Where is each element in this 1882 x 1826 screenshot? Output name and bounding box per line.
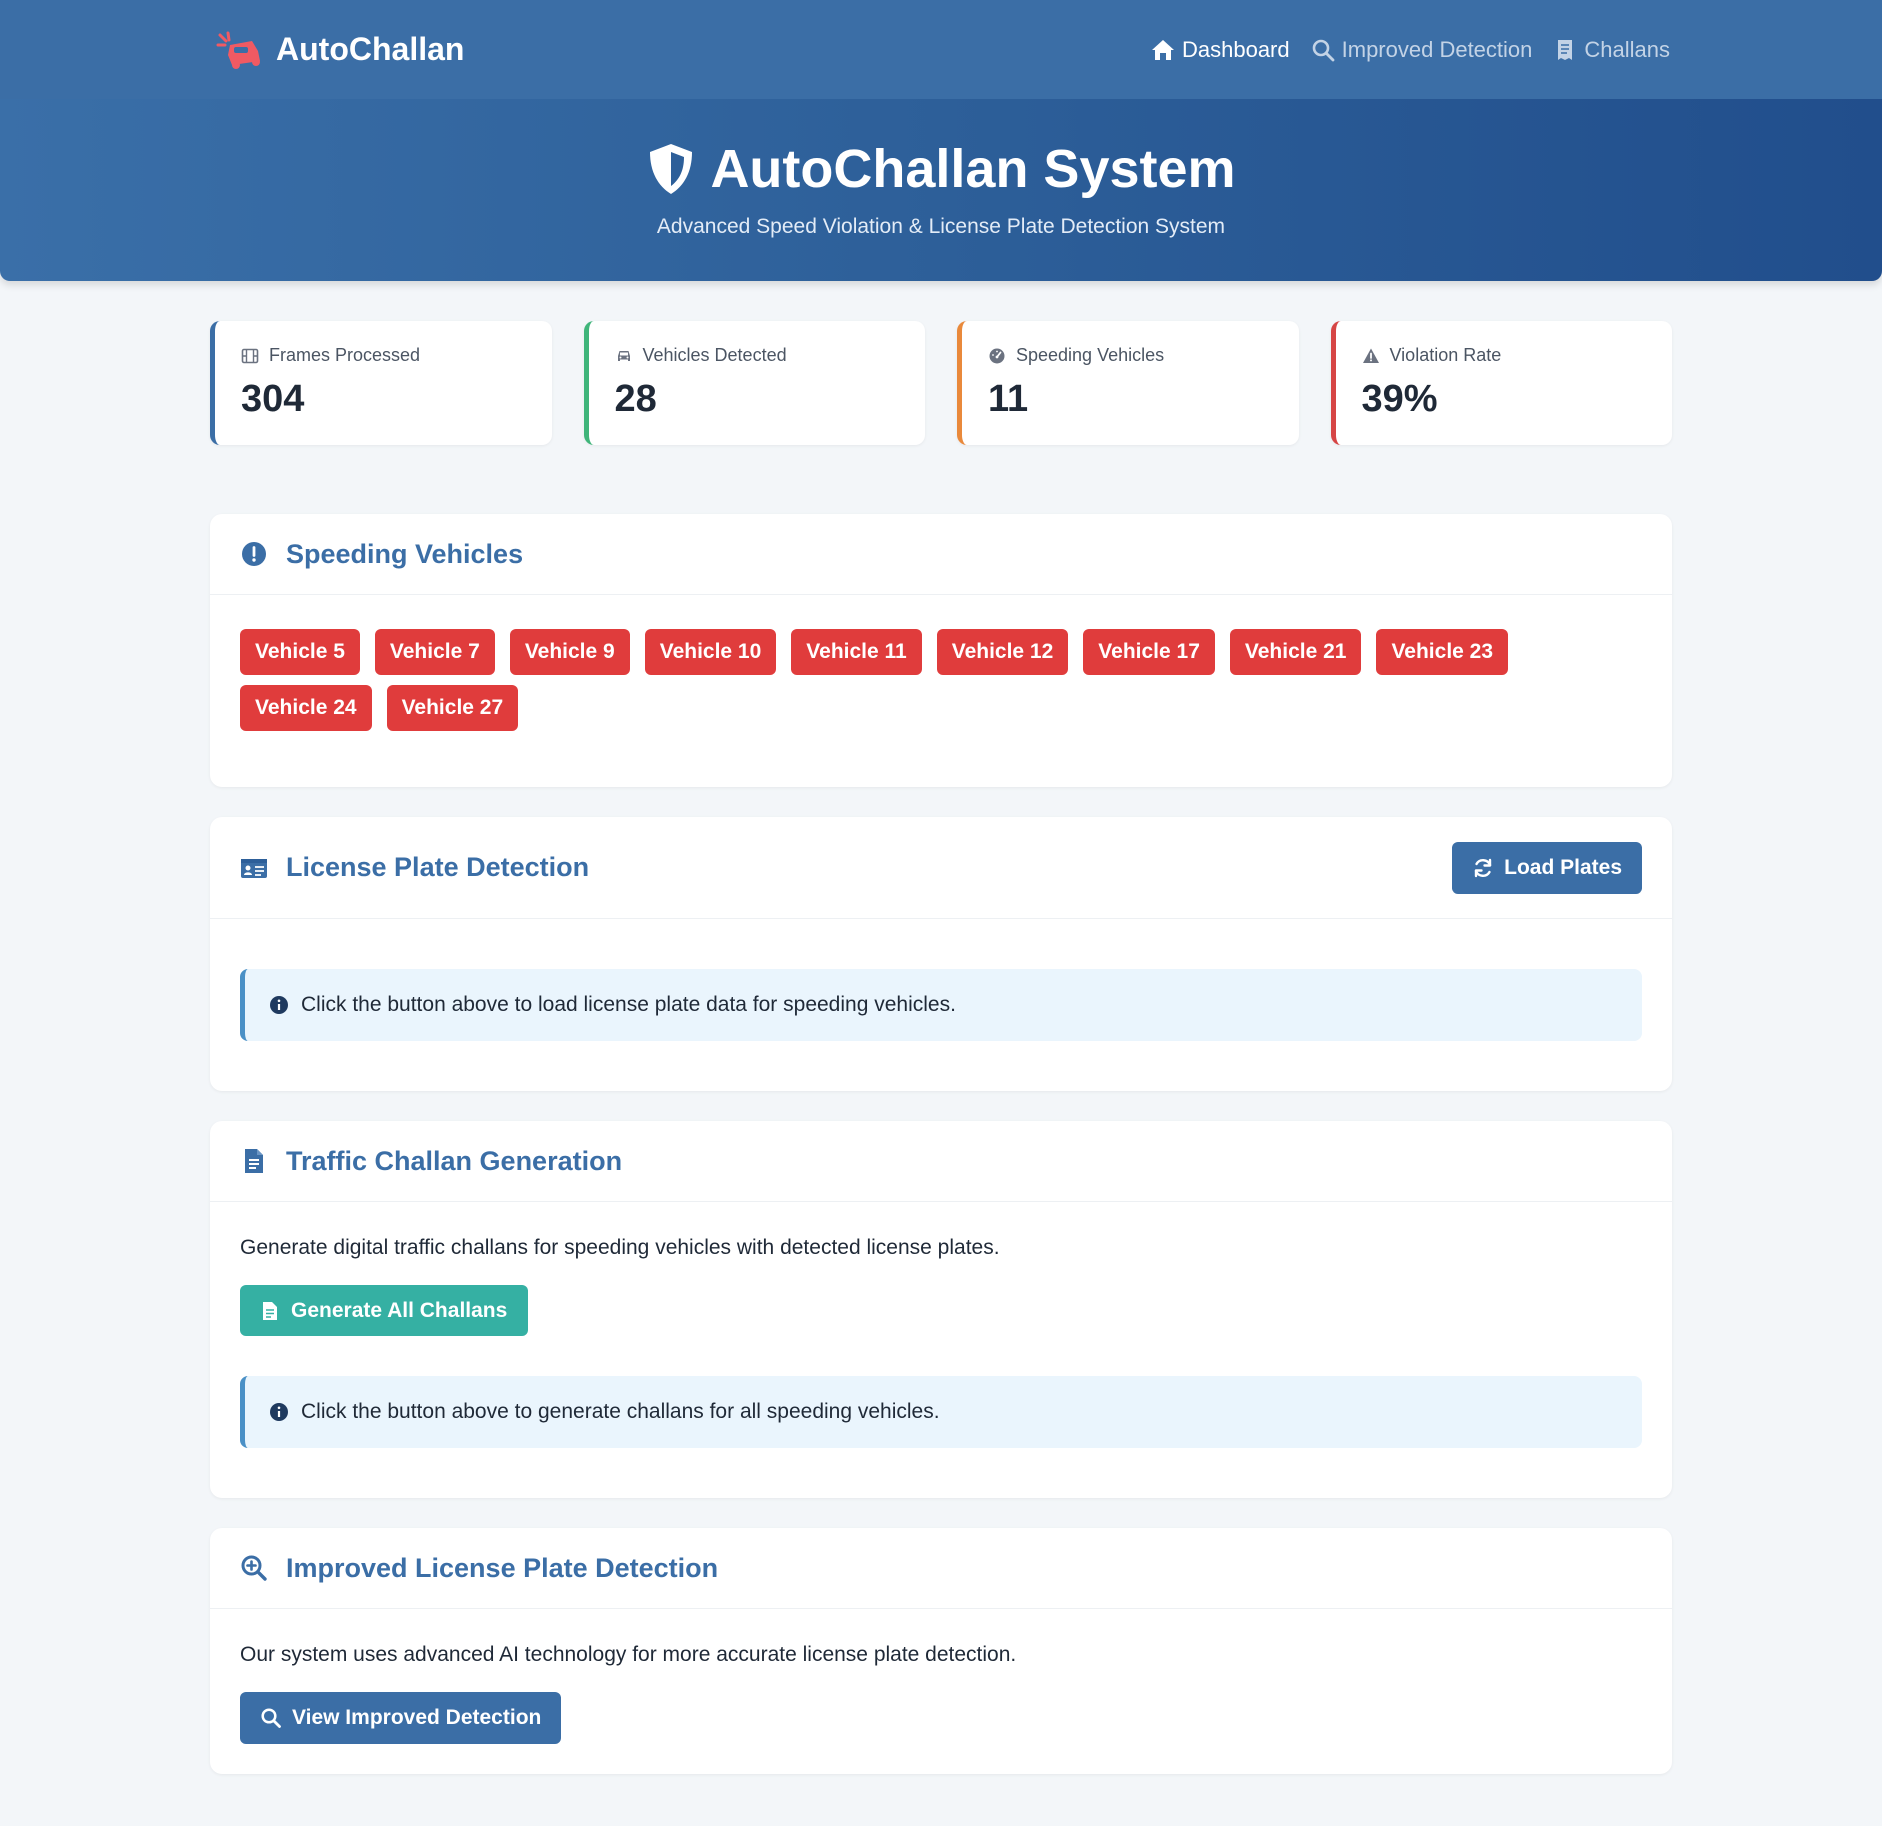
- button-label: View Improved Detection: [292, 1706, 542, 1729]
- stat-label: Vehicles Detected: [615, 345, 900, 366]
- speeding-vehicles-card: Speeding Vehicles Vehicle 5 Vehicle 7 Ve…: [210, 514, 1672, 787]
- vehicle-badge[interactable]: Vehicle 11: [791, 629, 922, 675]
- hero-subtitle: Advanced Speed Violation & License Plate…: [656, 215, 1226, 238]
- info-alert: Click the button above to generate chall…: [240, 1376, 1642, 1448]
- info-circle-icon: [270, 996, 288, 1014]
- card-title-text: Speeding Vehicles: [286, 538, 524, 569]
- stat-value: 304: [241, 378, 305, 420]
- license-plate-card: License Plate Detection Load Plates Clic…: [210, 817, 1672, 1091]
- card-body: Our system uses advanced AI technology f…: [210, 1609, 1672, 1774]
- nav-link-label: Improved Detection: [1341, 36, 1533, 62]
- stat-label-text: Frames Processed: [269, 345, 421, 365]
- card-title-text: Traffic Challan Generation: [286, 1145, 623, 1176]
- nav-link-improved-detection[interactable]: Improved Detection: [1310, 36, 1533, 63]
- hero-title: AutoChallan System: [646, 138, 1236, 200]
- card-body: Click the button above to load license p…: [210, 919, 1672, 1091]
- button-label: Generate All Challans: [291, 1298, 508, 1322]
- view-improved-detection-button[interactable]: View Improved Detection: [240, 1692, 562, 1744]
- stat-card-speeding: Speeding Vehicles 11: [957, 321, 1299, 445]
- navbar: AutoChallan Dashboard Improved Detection…: [0, 0, 1882, 99]
- stat-label-text: Violation Rate: [1389, 345, 1502, 365]
- stat-value: 11: [988, 378, 1029, 420]
- stat-label: Frames Processed: [241, 345, 526, 366]
- brand[interactable]: AutoChallan: [216, 31, 464, 69]
- card-title: Improved License Plate Detection: [240, 1553, 718, 1584]
- stat-card-vehicles: Vehicles Detected 28: [583, 321, 925, 445]
- card-header: Speeding Vehicles: [210, 514, 1672, 595]
- hero-title-text: AutoChallan System: [710, 139, 1236, 199]
- vehicle-badge[interactable]: Vehicle 17: [1083, 629, 1215, 675]
- vehicle-badge[interactable]: Vehicle 27: [386, 685, 519, 731]
- brand-name: AutoChallan: [276, 31, 465, 67]
- receipt-icon: [1558, 39, 1573, 60]
- vehicle-badge[interactable]: Vehicle 5: [240, 629, 360, 675]
- search-icon: [1312, 39, 1335, 61]
- document-icon: [263, 1301, 277, 1320]
- stat-label: Speeding Vehicles: [988, 345, 1273, 366]
- zoom-in-icon: [241, 1555, 267, 1581]
- info-text: Click the button above to generate chall…: [301, 1400, 940, 1423]
- nav-links: Dashboard Improved Detection Challans: [1150, 37, 1670, 63]
- speedometer-icon: [989, 348, 1005, 363]
- refresh-icon: [1474, 858, 1492, 877]
- generate-challans-button[interactable]: Generate All Challans: [240, 1285, 529, 1336]
- search-icon: [261, 1708, 281, 1728]
- film-icon: [241, 348, 259, 363]
- warning-icon: [1362, 348, 1379, 363]
- stat-label-text: Vehicles Detected: [642, 345, 787, 365]
- stat-card-frames: Frames Processed 304: [210, 321, 552, 445]
- vehicle-badge-list: Vehicle 5 Vehicle 7 Vehicle 9 Vehicle 10…: [240, 595, 1580, 787]
- nav-link-label: Dashboard: [1181, 36, 1290, 62]
- info-circle-icon: [270, 1403, 288, 1421]
- card-title: Speeding Vehicles: [240, 539, 523, 570]
- card-header: Improved License Plate Detection: [210, 1528, 1672, 1609]
- load-plates-button[interactable]: Load Plates: [1452, 841, 1642, 894]
- document-icon: [245, 1149, 263, 1173]
- home-icon: [1151, 39, 1174, 60]
- card-body: Vehicle 5 Vehicle 7 Vehicle 9 Vehicle 10…: [210, 595, 1672, 787]
- vehicle-badge[interactable]: Vehicle 24: [240, 685, 372, 731]
- improved-description: Our system uses advanced AI technology f…: [240, 1643, 1017, 1666]
- card-body: Generate digital traffic challans for sp…: [210, 1202, 1672, 1498]
- vehicle-badge[interactable]: Vehicle 21: [1229, 629, 1362, 675]
- stat-value: 28: [614, 378, 657, 420]
- card-title-text: Improved License Plate Detection: [286, 1552, 719, 1583]
- id-card-icon: [241, 858, 267, 878]
- challan-description: Generate digital traffic challans for sp…: [240, 1236, 1000, 1259]
- vehicle-badge[interactable]: Vehicle 9: [509, 629, 630, 675]
- vehicle-badge[interactable]: Vehicle 7: [374, 629, 495, 675]
- card-title: License Plate Detection: [240, 852, 589, 883]
- stat-label-text: Speeding Vehicles: [1016, 345, 1165, 365]
- card-header: Traffic Challan Generation: [210, 1121, 1672, 1202]
- vehicle-badge[interactable]: Vehicle 10: [644, 629, 777, 675]
- info-text: Click the button above to load license p…: [301, 993, 956, 1016]
- card-title-text: License Plate Detection: [286, 852, 590, 882]
- vehicle-badge[interactable]: Vehicle 23: [1376, 629, 1509, 675]
- nav-link-dashboard[interactable]: Dashboard: [1150, 37, 1290, 63]
- stat-value: 39%: [1361, 378, 1438, 420]
- button-label: Load Plates: [1504, 855, 1622, 879]
- car-crash-icon: [216, 31, 260, 69]
- nav-link-label: Challans: [1584, 36, 1670, 62]
- main-content: Frames Processed 304 Vehicles Detected 2…: [210, 281, 1672, 1774]
- challan-generation-card: Traffic Challan Generation Generate digi…: [210, 1121, 1672, 1498]
- stat-card-violation-rate: Violation Rate 39%: [1330, 321, 1672, 445]
- shield-icon: [650, 144, 693, 194]
- info-alert: Click the button above to load license p…: [240, 969, 1642, 1041]
- vehicle-badge[interactable]: Vehicle 12: [936, 629, 1069, 675]
- card-title: Traffic Challan Generation: [240, 1146, 622, 1177]
- stats-row: Frames Processed 304 Vehicles Detected 2…: [210, 321, 1672, 445]
- car-icon: [617, 350, 630, 361]
- card-header: License Plate Detection Load Plates: [210, 817, 1672, 919]
- improved-detection-card: Improved License Plate Detection Our sys…: [210, 1528, 1672, 1774]
- stat-label: Violation Rate: [1362, 345, 1647, 366]
- nav-link-challans[interactable]: Challans: [1552, 37, 1670, 63]
- hero-banner: AutoChallan System Advanced Speed Violat…: [0, 98, 1882, 281]
- exclamation-circle-icon: [242, 542, 266, 566]
